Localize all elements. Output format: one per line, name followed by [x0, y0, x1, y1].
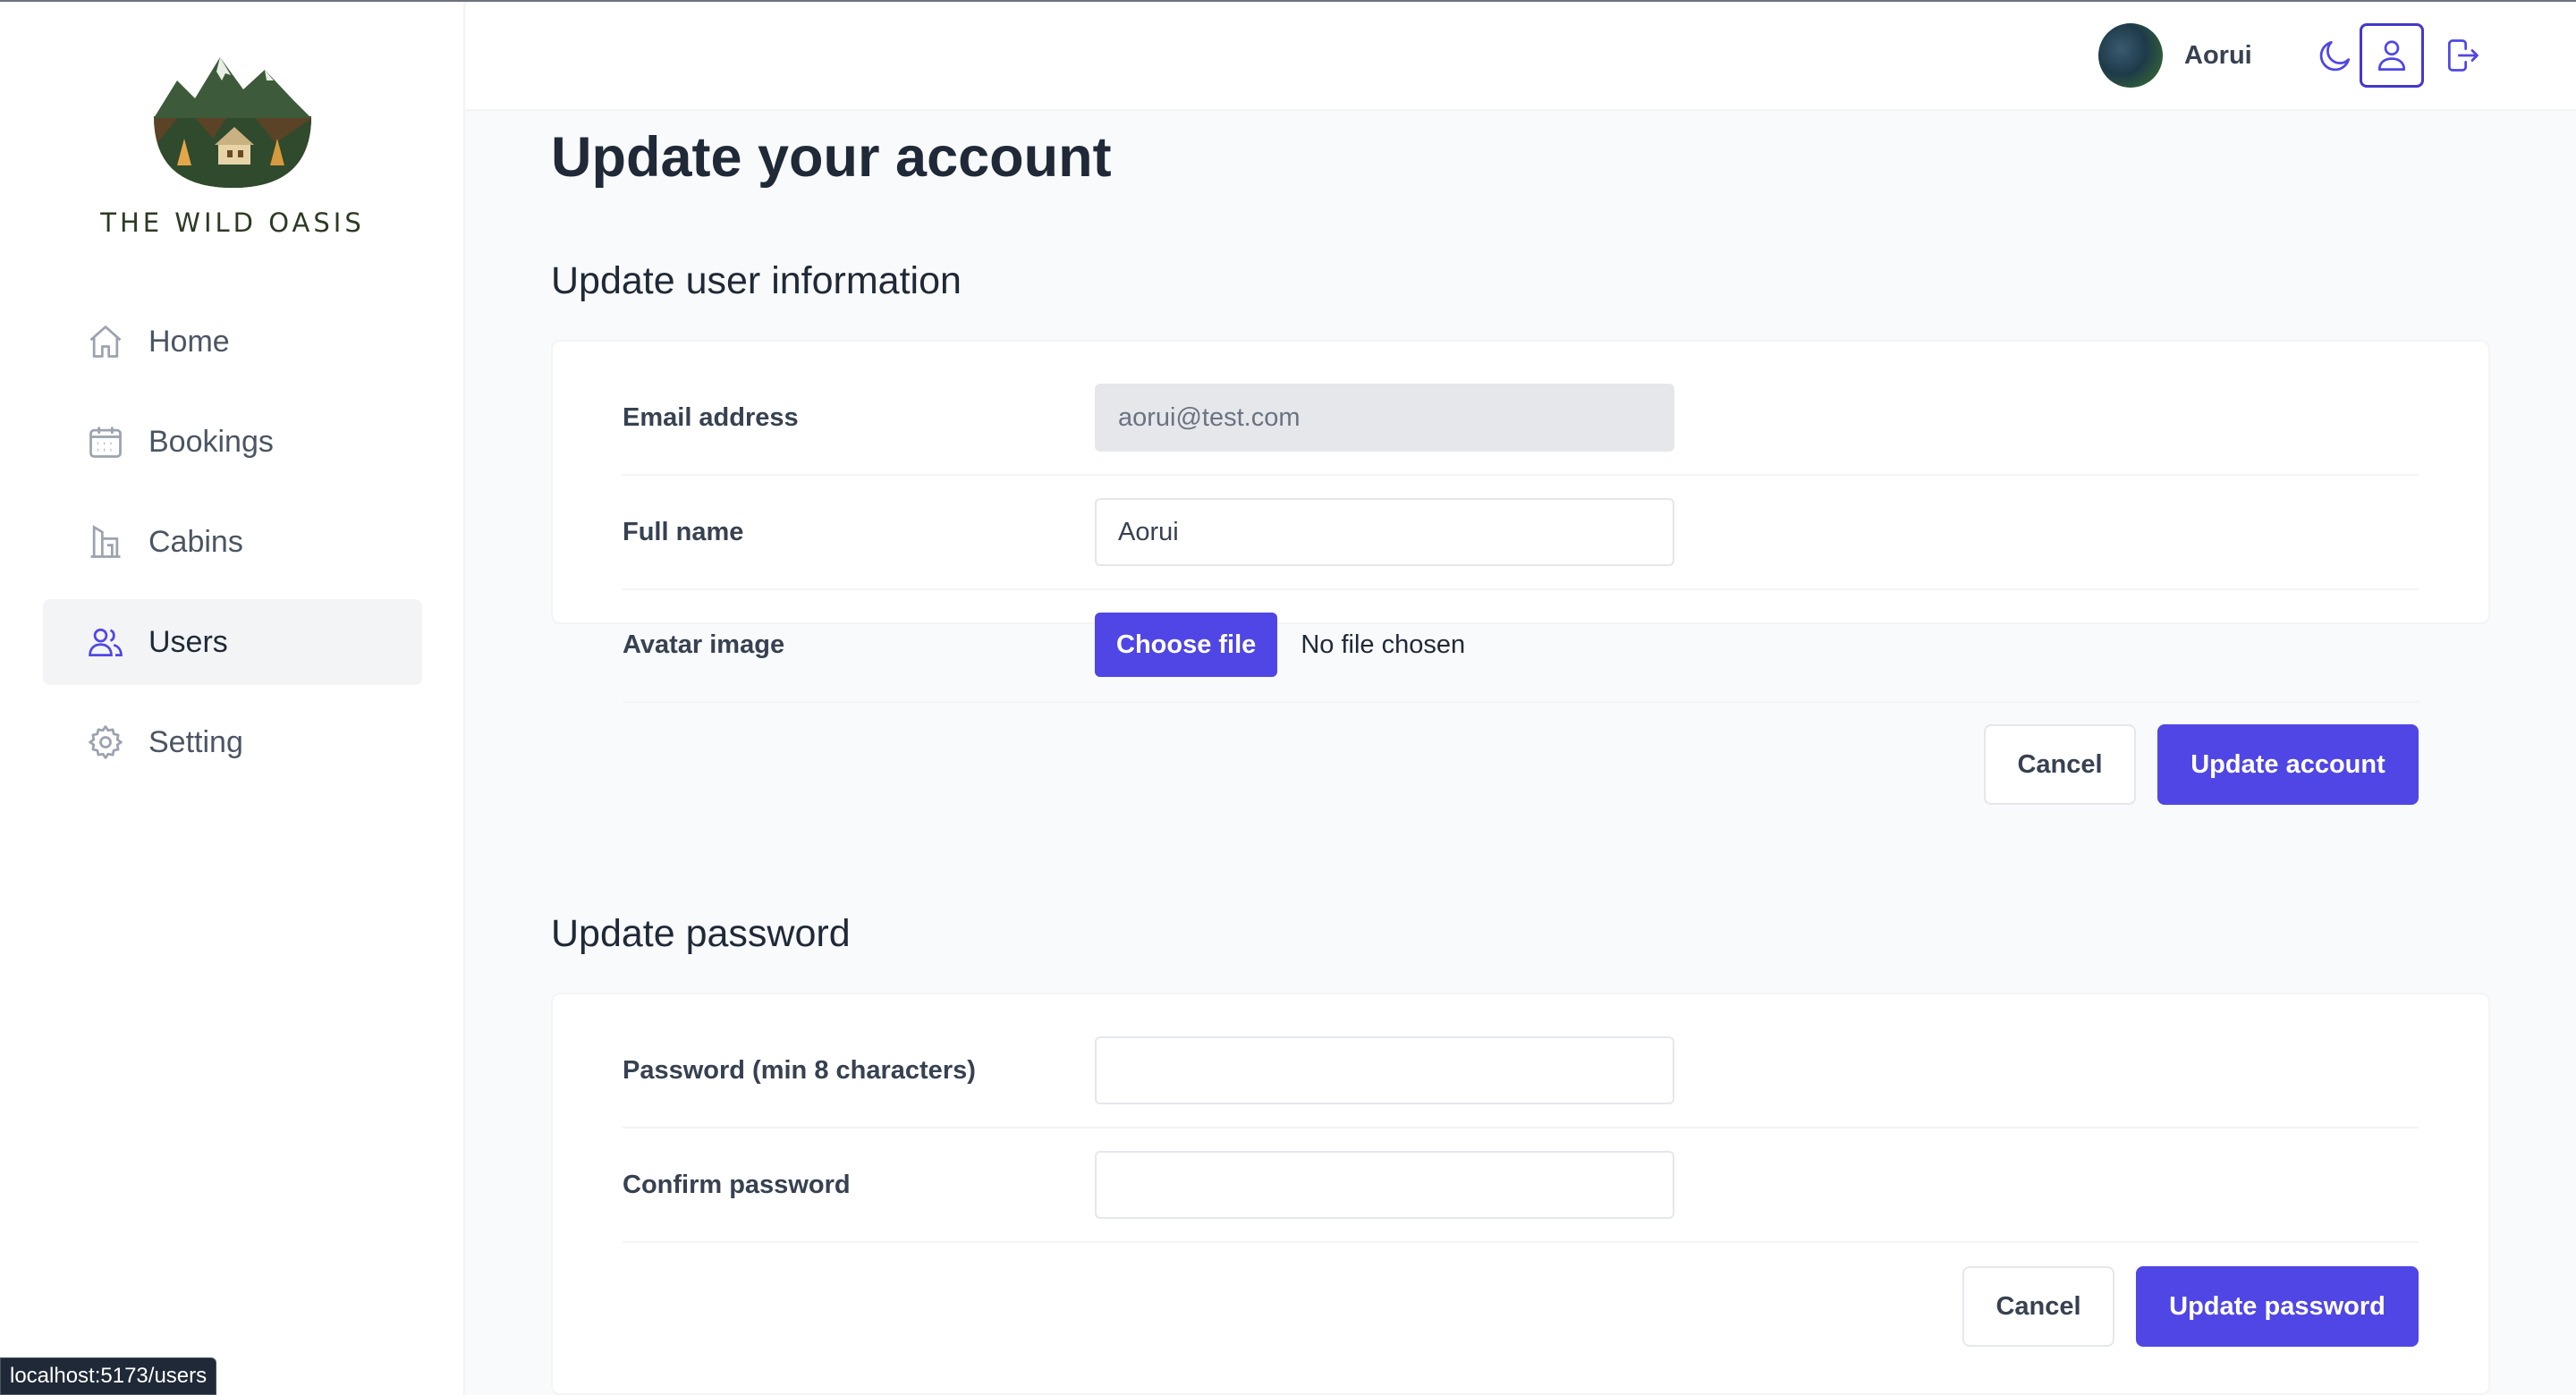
- browser-status-url: localhost:5173/users: [0, 1357, 217, 1395]
- user-icon: [2377, 40, 2406, 71]
- form-row-avatar: Avatar image Choose file No file chosen: [623, 588, 2419, 703]
- avatar-label: Avatar image: [623, 630, 785, 659]
- choose-file-button[interactable]: Choose file: [1095, 613, 1278, 677]
- cancel-account-button[interactable]: Cancel: [1984, 724, 2136, 805]
- gear-icon: [89, 725, 123, 759]
- calendar-icon: [89, 427, 122, 458]
- logout-button[interactable]: [2430, 23, 2495, 88]
- window-top-border: [0, 0, 2576, 2]
- form-row-fullname: Full name Aorui: [623, 476, 2419, 590]
- logout-icon: [2447, 39, 2479, 72]
- sidebar-item-cabins[interactable]: Cabins: [43, 499, 422, 585]
- form-row-password: Password (min 8 characters): [623, 1014, 2419, 1129]
- email-field[interactable]: aorui@test.com: [1095, 384, 1674, 452]
- moon-icon: [2319, 40, 2351, 72]
- password-label: Password (min 8 characters): [623, 1055, 976, 1085]
- file-status: No file chosen: [1301, 630, 1466, 659]
- page-title: Update your account: [551, 126, 1112, 189]
- confirm-password-label: Confirm password: [623, 1170, 851, 1199]
- sidebar-item-label: Home: [148, 324, 230, 359]
- logo-image: [154, 57, 311, 188]
- update-account-button[interactable]: Update account: [2157, 724, 2419, 805]
- account-button[interactable]: [2360, 23, 2424, 88]
- brand-name: THE WILD OASIS: [100, 207, 365, 238]
- building-icon: [90, 525, 121, 558]
- home-icon: [89, 326, 122, 358]
- email-label: Email address: [623, 402, 799, 432]
- dark-mode-toggle[interactable]: [2303, 23, 2368, 88]
- form-row-confirm: Confirm password: [623, 1129, 2419, 1243]
- avatar: [2098, 23, 2163, 88]
- sidebar-item-bookings[interactable]: Bookings: [43, 399, 422, 485]
- user-info-heading: Update user information: [551, 259, 962, 302]
- sidebar-item-users[interactable]: Users: [43, 599, 422, 685]
- brand-logo[interactable]: THE WILD OASIS: [0, 54, 465, 238]
- form-row-email: Email address aorui@test.com: [623, 361, 2419, 476]
- sidebar-item-label: Cabins: [148, 524, 243, 559]
- sidebar-item-label: Setting: [148, 724, 243, 759]
- sidebar-item-label: Bookings: [148, 424, 274, 459]
- sidebar-item-setting[interactable]: Setting: [43, 699, 422, 785]
- password-form-actions: Cancel Update password: [1962, 1266, 2419, 1347]
- top-header: Aorui: [466, 2, 2576, 111]
- users-icon: [89, 628, 123, 657]
- cancel-password-button[interactable]: Cancel: [1962, 1266, 2114, 1347]
- sidebar-item-home[interactable]: Home: [43, 299, 422, 385]
- password-field[interactable]: [1095, 1036, 1674, 1104]
- sidebar: THE WILD OASIS Home Bookings Cabins User…: [0, 0, 465, 1395]
- sidebar-nav: Home Bookings Cabins Users Setting: [43, 299, 422, 799]
- user-form-actions: Cancel Update account: [1984, 724, 2419, 805]
- fullname-field[interactable]: Aorui: [1095, 498, 1674, 566]
- fullname-label: Full name: [623, 517, 744, 546]
- password-heading: Update password: [551, 912, 851, 955]
- header-username: Aorui: [2184, 41, 2252, 70]
- update-password-button[interactable]: Update password: [2136, 1266, 2419, 1347]
- confirm-password-field[interactable]: [1095, 1151, 1674, 1219]
- sidebar-item-label: Users: [148, 624, 228, 659]
